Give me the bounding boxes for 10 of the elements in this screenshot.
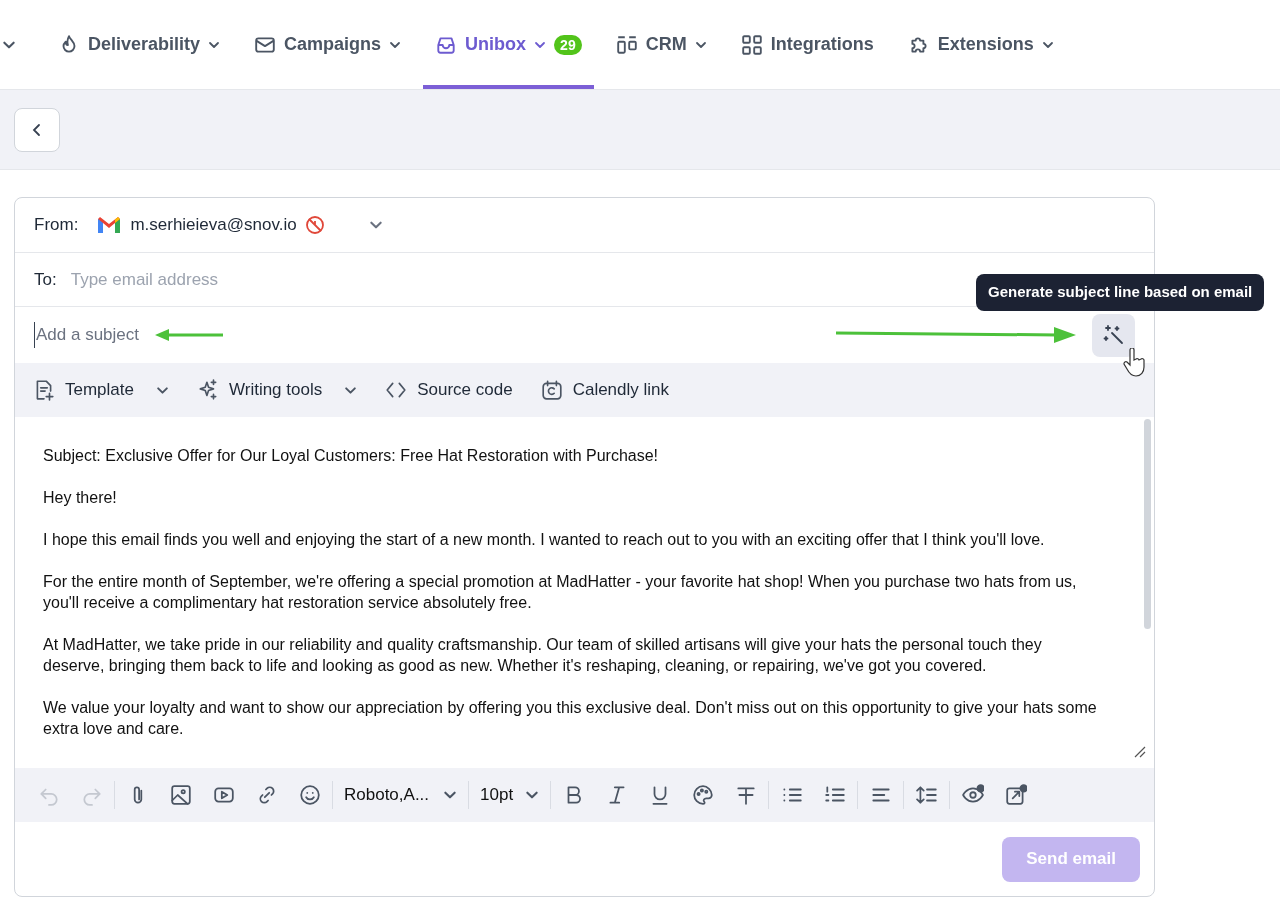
message-paragraph: For the entire month of September, we're offering a special promotion at MadHatter - your favorite hat shop! When you purchase two hats from us, you'll receive a complimentary hat restoration service absolutely free. xyxy=(43,572,1078,613)
message-paragraph: At MadHatter, we take pride in our reliability and quality craftsmanship. Our team of skilled artisans will give your hats the personal touch they deserve, bringing them back to life and looking as good as new. Whether it's reshaping, cleaning, or repairing, we've got you covered. xyxy=(43,635,1043,676)
from-label: From: xyxy=(34,214,79,237)
message-paragraph: We value your loyalty and want to show our appreciation by offering you this exclusive deal. Don't miss out on this opportunity to give your hats some extra love and care. xyxy=(43,698,1098,739)
tooltip: Generate subject line based on email xyxy=(976,274,1265,311)
to-label: To: xyxy=(34,268,57,291)
message-paragraph: Hey there! xyxy=(43,488,118,508)
message-paragraph: Subject: Exclusive Offer for Our Loyal Customers: Free Hat Restoration with Purchase! xyxy=(43,446,660,466)
unread-count-badge: 29 xyxy=(554,34,582,55)
message-paragraph: I hope this email finds you well and enjoying the start of a new month. I wanted to reach out to you with an exciting offer that I think you'll love. xyxy=(43,530,1046,550)
